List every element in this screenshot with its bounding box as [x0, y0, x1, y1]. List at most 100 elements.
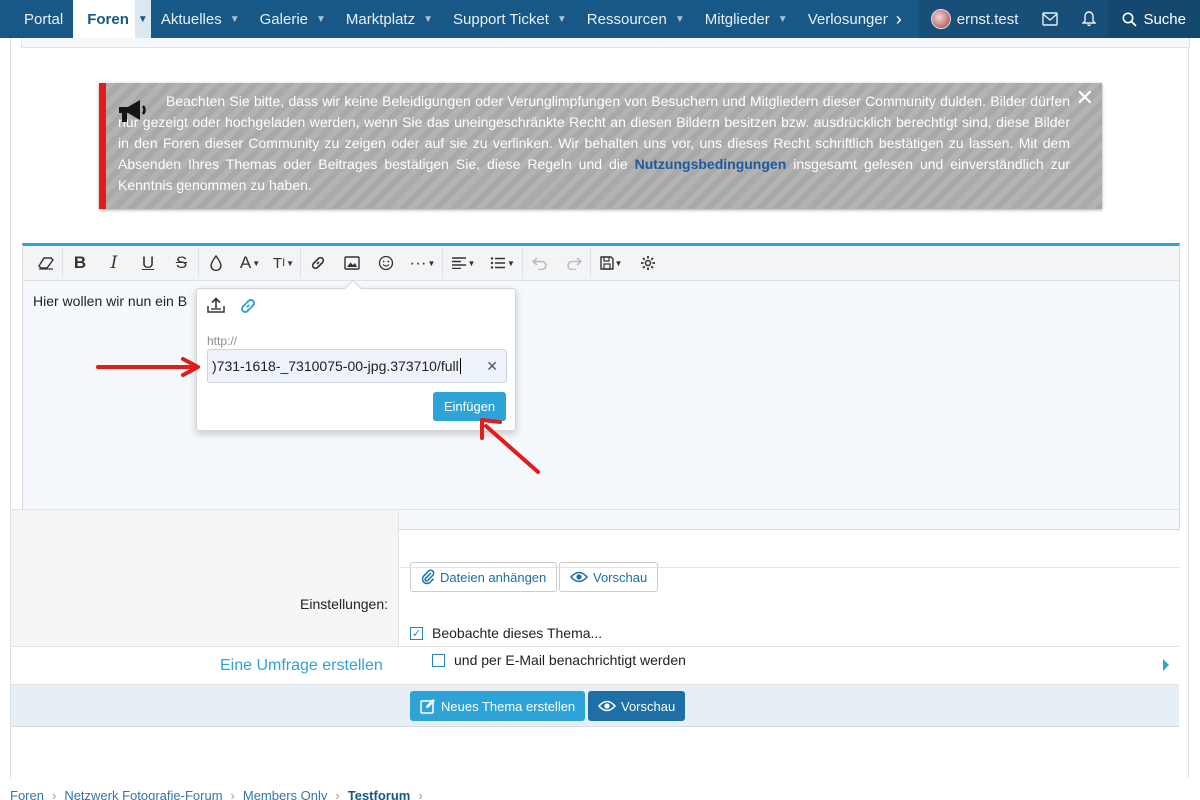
watch-thread-checkbox[interactable]: ✓ Beobachte dieses Thema... [410, 625, 602, 641]
nav-tab-label: Mitglieder [704, 10, 770, 28]
chevron-down-icon[interactable]: ▼ [675, 14, 685, 25]
breadcrumb-item[interactable]: Members Only [243, 788, 328, 800]
chevron-down-icon[interactable]: ▼ [557, 14, 567, 25]
settings-label: Einstellungen: [300, 596, 388, 612]
eye-icon [598, 700, 616, 712]
chevron-down-icon[interactable]: ▼ [778, 14, 788, 25]
breadcrumb-item-current[interactable]: Testforum [348, 788, 411, 800]
save-draft-icon[interactable]: ▼ [591, 248, 631, 278]
nav-tab-label: Support Ticket [453, 10, 549, 28]
create-poll-label: Eine Umfrage erstellen [220, 656, 383, 674]
image-icon[interactable] [335, 248, 369, 278]
nav-tab-foren[interactable]: Foren ▼ [73, 0, 151, 38]
nav-tab-aktuelles[interactable]: Aktuelles ▼ [151, 0, 250, 38]
chevron-down-icon[interactable]: ▼ [423, 14, 433, 25]
edit-icon [420, 699, 435, 714]
search-icon [1122, 12, 1138, 27]
breadcrumb: Foren › Netzwerk Fotografie-Forum › Member… [10, 788, 423, 800]
link-icon[interactable] [301, 248, 335, 278]
preview-label: Vorschau [593, 569, 648, 585]
chevron-right-icon: › [230, 788, 235, 800]
popup-mode-icons [207, 297, 257, 320]
submit-preview-label: Vorschau [621, 698, 676, 714]
top-navigation: Portal Foren ▼ Aktuelles ▼ Galerie ▼ Marktp… [0, 0, 1200, 38]
notice-text: Beachten Sie bitte, dass wir keine Belei… [118, 91, 1070, 196]
attach-files-label: Dateien anhängen [440, 569, 547, 585]
bell-icon[interactable] [1070, 0, 1108, 38]
link-icon[interactable] [239, 297, 257, 320]
nav-tab-mitglieder[interactable]: Mitglieder ▼ [695, 0, 798, 38]
font-family-icon[interactable]: A ▼ [233, 248, 267, 278]
underline-icon[interactable]: U [131, 248, 165, 278]
nav-tab-marktplatz[interactable]: Marktplatz ▼ [336, 0, 443, 38]
nav-tab-label: Galerie [259, 10, 308, 28]
chevron-right-icon[interactable]: › [888, 0, 910, 38]
font-size-icon[interactable]: T I ▼ [267, 248, 301, 278]
form-divider [400, 567, 1179, 568]
redo-icon[interactable] [557, 248, 591, 278]
nav-tab-ressourcen[interactable]: Ressourcen ▼ [577, 0, 695, 38]
forum-rules-notice: Beachten Sie bitte, dass wir keine Belei… [99, 83, 1102, 209]
chevron-down-icon[interactable]: ▼ [230, 14, 240, 25]
eye-icon [570, 571, 588, 583]
bold-icon[interactable]: B [63, 248, 97, 278]
nav-tab-label: Ressourcen [586, 10, 667, 28]
image-url-input[interactable]: )731-1618-_7310075-00-jpg.373710/full ✕ [207, 349, 507, 383]
nav-tab-galerie[interactable]: Galerie ▼ [250, 0, 336, 38]
inbox-icon[interactable] [1030, 0, 1070, 38]
gear-icon[interactable] [631, 248, 665, 278]
url-label: http:// [207, 334, 238, 348]
paperclip-icon [421, 569, 435, 585]
search-label: Suche [1143, 10, 1186, 28]
italic-icon[interactable]: I [97, 248, 131, 278]
clear-formatting-icon[interactable] [29, 248, 63, 278]
nav-tab-verlosungen[interactable]: Verlosungen [798, 0, 888, 38]
username: ernst.test [956, 10, 1019, 28]
search-button[interactable]: Suche [1108, 0, 1200, 38]
create-poll-row[interactable]: Eine Umfrage erstellen [11, 647, 1179, 685]
nav-tab-label: Aktuelles [160, 10, 222, 28]
smiley-icon[interactable] [369, 248, 403, 278]
watch-thread-label: Beobachte dieses Thema... [432, 625, 603, 641]
terms-link[interactable]: Nutzungsbedingungen [635, 156, 787, 172]
submit-preview-button[interactable]: Vorschau [588, 691, 686, 721]
nav-tab-label: Marktplatz [345, 10, 416, 28]
list-icon[interactable]: ▼ [483, 248, 523, 278]
nav-tab-label: Verlosungen [807, 10, 888, 28]
close-icon[interactable]: ✕ [1076, 87, 1094, 109]
nav-tab-label: Portal [24, 10, 64, 28]
clear-icon[interactable]: ✕ [486, 358, 498, 375]
title-field-partial[interactable] [21, 38, 1190, 48]
form-label-column: Einstellungen: [11, 510, 399, 646]
checkbox-checked-icon: ✓ [410, 626, 423, 640]
more-options-icon[interactable]: ··· ▼ [403, 248, 443, 278]
create-thread-label: Neues Thema erstellen [441, 698, 576, 714]
image-url-value: )731-1618-_7310075-00-jpg.373710/full [212, 358, 459, 374]
chevron-right-icon: › [51, 788, 57, 800]
chevron-down-icon[interactable]: ▼ [134, 0, 151, 38]
create-thread-button[interactable]: Neues Thema erstellen [410, 691, 586, 721]
caret-right-icon [1163, 659, 1169, 671]
avatar [930, 9, 951, 29]
account-menu[interactable]: ernst.test [919, 0, 1031, 38]
text-color-icon[interactable] [199, 248, 233, 278]
nav-tab-portal[interactable]: Portal [0, 0, 73, 38]
upload-icon[interactable] [207, 297, 225, 320]
nav-tab-label: Foren [87, 10, 129, 28]
undo-icon[interactable] [523, 248, 557, 278]
align-icon[interactable]: ▼ [443, 248, 483, 278]
nav-tab-support-ticket[interactable]: Support Ticket ▼ [443, 0, 577, 38]
editor-toolbar: B I U S A ▼ T I ▼ ··· ▼ ▼ ▼ ▼ [23, 246, 1179, 281]
chevron-right-icon: › [335, 788, 340, 800]
insert-button[interactable]: Einfügen [433, 392, 506, 421]
breadcrumb-item[interactable]: Foren [10, 788, 44, 800]
breadcrumb-item[interactable]: Netzwerk Fotografie-Forum [64, 788, 222, 800]
strikethrough-icon[interactable]: S [165, 248, 199, 278]
submit-bar: Neues Thema erstellen Vorschau [11, 685, 1179, 727]
text-cursor [459, 358, 461, 374]
chevron-right-icon: › [418, 788, 423, 800]
chevron-down-icon[interactable]: ▼ [316, 14, 326, 25]
editor-text: Hier wollen wir nun ein B [33, 293, 188, 309]
megaphone-icon [119, 100, 146, 122]
